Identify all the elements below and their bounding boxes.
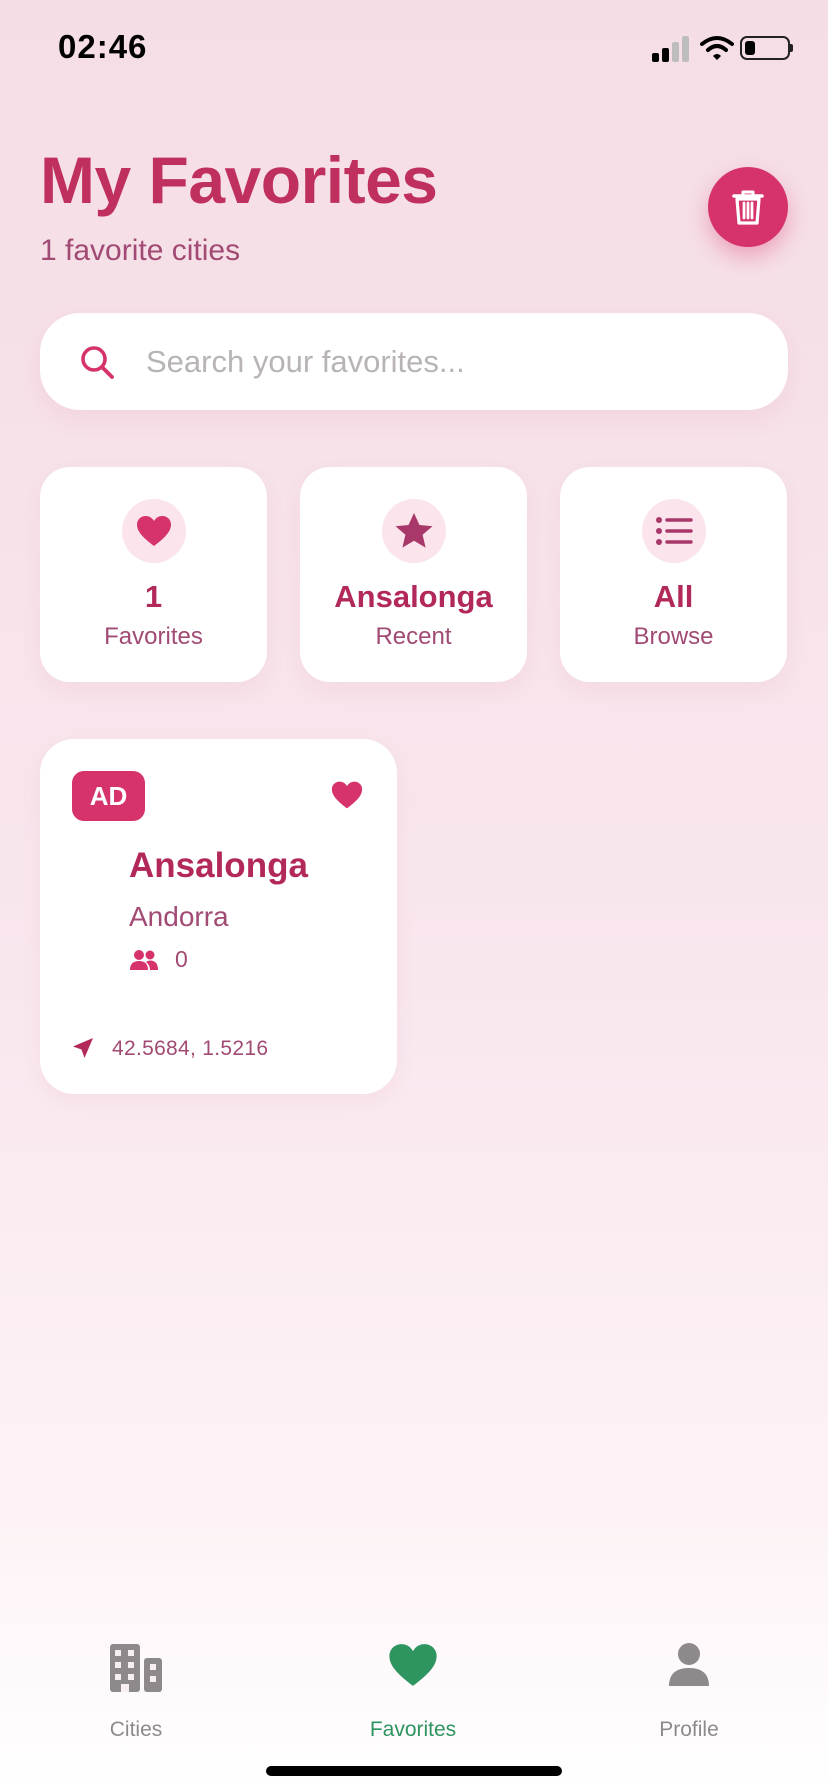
city-card[interactable]: AD Ansalonga Andorra 0 42.5684, 1.5216 <box>40 739 397 1094</box>
tab-profile[interactable]: Profile <box>589 1642 789 1742</box>
wifi-icon <box>700 36 734 60</box>
search-input[interactable] <box>144 331 748 393</box>
search-bar[interactable] <box>40 313 788 410</box>
population-icon <box>130 950 158 970</box>
heart-icon <box>389 1644 437 1686</box>
heart-icon <box>137 516 171 546</box>
stat-card-browse[interactable]: All Browse <box>560 467 787 682</box>
star-icon <box>395 513 433 548</box>
building-icon <box>110 1644 162 1692</box>
stat-value: 1 <box>144 579 163 614</box>
stat-value: Ansalonga <box>334 579 493 614</box>
trash-icon <box>732 190 764 225</box>
search-icon <box>81 346 114 379</box>
favorites-count-subtitle: 1 favorite cities <box>40 234 241 267</box>
tab-label: Cities <box>109 1718 163 1741</box>
tab-favorites[interactable]: Favorites <box>313 1642 513 1742</box>
home-indicator <box>266 1766 562 1776</box>
location-arrow-icon <box>73 1038 93 1058</box>
tab-label: Profile <box>659 1718 719 1741</box>
stat-card-recent[interactable]: Ansalonga Recent <box>300 467 527 682</box>
list-icon <box>656 517 693 545</box>
city-name: Ansalonga <box>129 846 308 885</box>
stat-label: Favorites <box>104 623 203 650</box>
stat-label: Browse <box>633 623 714 650</box>
user-icon <box>669 1643 709 1686</box>
country-code-badge: AD <box>72 771 145 821</box>
population-value: 0 <box>175 946 188 972</box>
status-bar: 02:46 <box>0 0 828 100</box>
tab-cities[interactable]: Cities <box>36 1642 236 1742</box>
favorite-heart-icon[interactable] <box>331 780 363 810</box>
tab-label: Favorites <box>369 1718 457 1741</box>
city-country: Andorra <box>129 901 229 932</box>
stat-label: Recent <box>375 623 452 650</box>
city-coordinates: 42.5684, 1.5216 <box>112 1037 269 1060</box>
stat-card-favorites[interactable]: 1 Favorites <box>40 467 267 682</box>
stat-value: All <box>653 579 694 614</box>
status-time: 02:46 <box>58 28 148 65</box>
clear-favorites-button[interactable] <box>708 167 788 247</box>
page-title: My Favorites <box>40 143 438 217</box>
battery-icon <box>740 36 793 60</box>
signal-icon <box>652 36 692 62</box>
